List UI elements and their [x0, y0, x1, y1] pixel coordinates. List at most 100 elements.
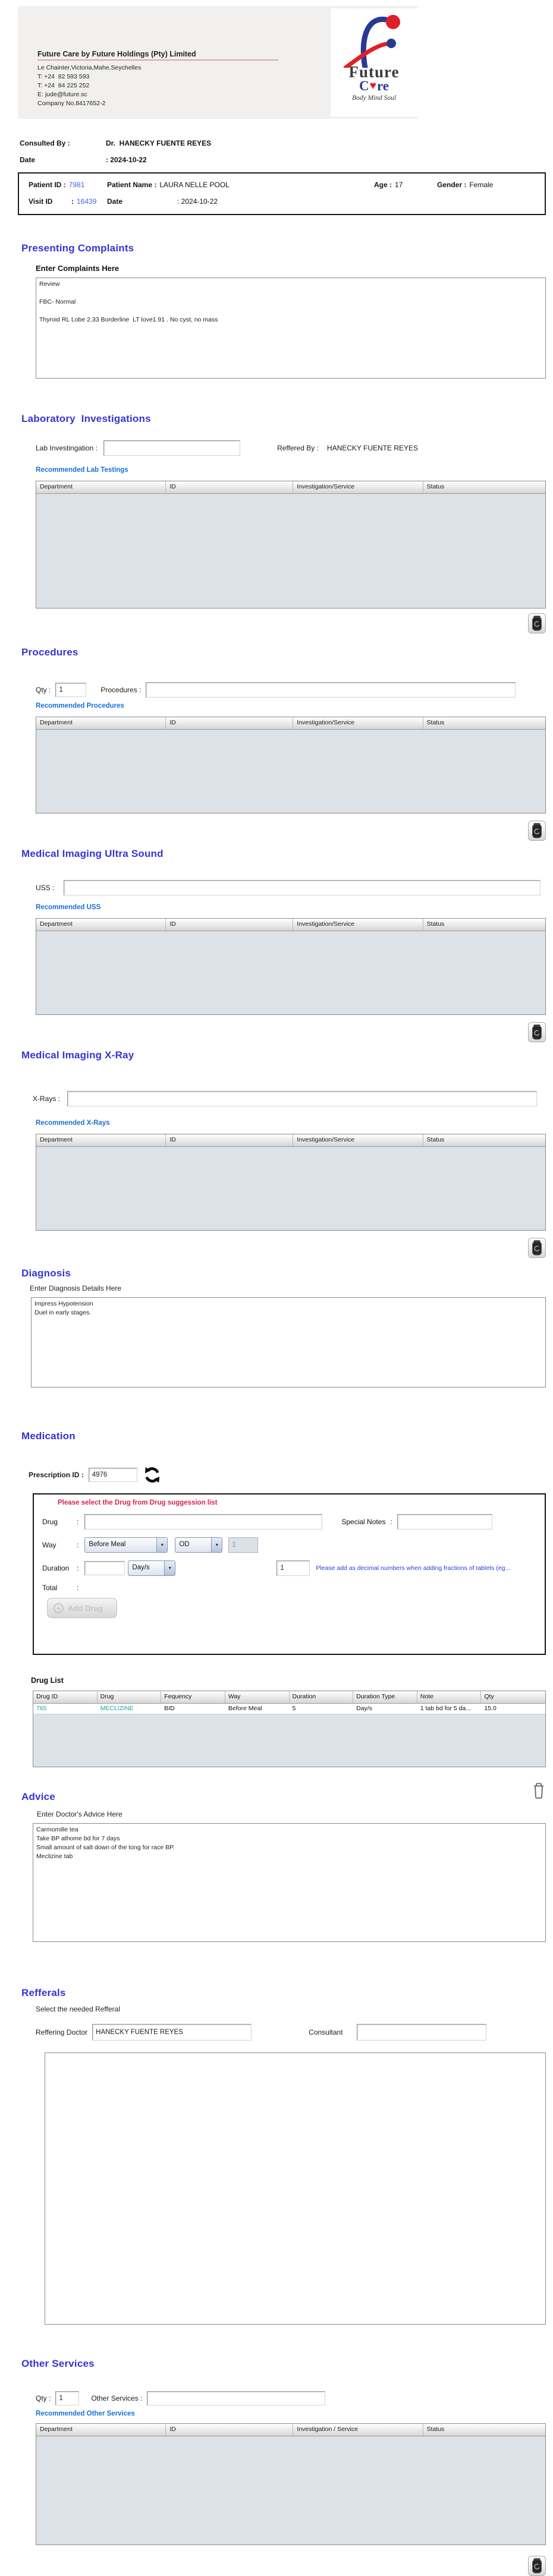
prescription-row: Prescription ID : [29, 1466, 553, 1484]
duration-unit-select[interactable]: Day/s ▼ [128, 1560, 176, 1576]
refresh-prescription-button[interactable] [143, 1465, 161, 1484]
drug-row: Drug : Special Notes : [42, 1514, 545, 1530]
tablet-qty-input[interactable] [276, 1560, 310, 1576]
drug-list-table: Drug ID Drug Fequency Way Duration Durat… [33, 1691, 546, 1767]
way-select[interactable]: Before Meal ▼ [84, 1537, 168, 1553]
trash-bin-icon [532, 616, 542, 631]
diagnosis-textarea[interactable] [31, 1297, 546, 1388]
other-services-qty-label: Qty : [36, 2394, 51, 2402]
col-department: Department [36, 481, 166, 493]
clear-advice-button[interactable] [532, 1782, 546, 1799]
visit-id-colon: : [71, 197, 74, 206]
referral-list-box[interactable] [45, 2052, 546, 2325]
recommended-procedures-link[interactable]: Recommended Procedures [36, 702, 553, 710]
recommended-other-services-link[interactable]: Recommended Other Services [36, 2410, 553, 2417]
frequency-select[interactable]: OD ▼ [175, 1537, 223, 1553]
patient-row-1: Patient ID :7981 Patient Name : LAURA NEL… [29, 181, 535, 189]
col-investigation-service: Investigation / Service [293, 2424, 423, 2436]
uss-input[interactable] [64, 880, 541, 896]
procedures-input[interactable] [146, 682, 516, 698]
trash-outline-icon [534, 1783, 543, 1799]
referrals-sub-label: Select the needed Refferal [36, 2005, 120, 2013]
way-colon: : [77, 1541, 79, 1549]
advice-textarea[interactable] [33, 1823, 546, 1942]
other-services-actions [0, 2556, 546, 2576]
special-notes-input[interactable] [397, 1514, 492, 1530]
gender-label: Gender : [437, 181, 467, 189]
visit-date-group: Date: 2024-10-22 [107, 197, 218, 206]
complaints-textarea[interactable] [36, 278, 546, 379]
company-name: Future Care by Future Holdings (Pty) Lim… [37, 50, 278, 61]
duration-input[interactable] [84, 1561, 125, 1575]
uss-actions [0, 1022, 546, 1042]
patient-gender-group: Gender : Female [437, 181, 535, 189]
section-title-presenting-complaints: Presenting Complaints [21, 242, 134, 254]
referring-doctor-input[interactable] [92, 2024, 252, 2041]
col-status: Status [426, 483, 445, 490]
consulted-by-row: Consulted By : Dr. HANECKY FUENTE REYES [20, 139, 553, 147]
referred-by-value: HANECKY FUENTE REYES [326, 444, 419, 452]
medication-entry-box: Please select the Drug from Drug suggess… [33, 1493, 546, 1655]
drug-input[interactable] [84, 1514, 323, 1530]
procedures-qty-label: Qty : [36, 686, 51, 694]
col-investigation-service: Investigation/Service [293, 481, 423, 493]
section-title-advice: Advice [21, 1791, 55, 1802]
recommended-lab-testings-link[interactable]: Recommended Lab Testings [36, 466, 553, 474]
col-status: Status [426, 2426, 445, 2433]
way-cell: Before Meal [228, 1705, 262, 1712]
prescription-id-label: Prescription ID : [29, 1471, 84, 1479]
frequency-cell: BID [164, 1705, 175, 1712]
col-drug: Drug [98, 1691, 162, 1703]
other-services-input-row: Qty : Other Services : [36, 2391, 553, 2405]
patient-row-2: Visit ID:16439 Date: 2024-10-22 [29, 197, 535, 206]
trash-bin-icon [532, 823, 542, 838]
col-department: Department [36, 717, 166, 729]
other-services-qty-input[interactable] [55, 2391, 80, 2405]
drug-list-title: Drug List [31, 1676, 64, 1685]
consultant-input[interactable] [356, 2024, 486, 2041]
patient-id-label: Patient ID : [29, 181, 66, 189]
chevron-down-icon: ▼ [164, 1561, 175, 1575]
consultation-date-label: Date [20, 156, 36, 164]
referred-by-label: Reffered By : [277, 444, 319, 452]
patient-id-value: 7981 [68, 181, 85, 189]
lab-investigation-input[interactable] [103, 440, 241, 456]
xray-input[interactable] [67, 1091, 538, 1106]
col-status: Status [426, 1136, 445, 1143]
col-status: Status [426, 920, 445, 928]
total-colon: : [77, 1584, 79, 1592]
col-note: Note [417, 1691, 482, 1703]
plus-icon: + [54, 1603, 64, 1613]
clear-other-services-button[interactable] [528, 2556, 546, 2576]
visit-id-label: Visit ID [29, 197, 53, 206]
heart-icon: ♥ [369, 80, 376, 92]
clear-uss-button[interactable] [528, 1022, 546, 1042]
other-services-input[interactable] [147, 2391, 326, 2405]
duration-cell: 5 [292, 1705, 296, 1712]
col-drug-id: Drug ID [33, 1691, 98, 1703]
uss-label: USS : [36, 884, 55, 892]
clear-procedures-button[interactable] [528, 821, 546, 841]
col-department: Department [36, 1134, 166, 1146]
recommended-uss-link[interactable]: Recommended USS [36, 904, 553, 911]
duration-colon: : [77, 1564, 79, 1572]
add-drug-button[interactable]: + Add Drug [47, 1598, 117, 1618]
lab-actions [0, 613, 546, 633]
patient-name-value: LAURA NELLE POOL [159, 181, 230, 189]
special-notes-colon: : [390, 1518, 392, 1526]
procedures-qty-input[interactable] [55, 683, 87, 697]
col-department: Department [36, 919, 166, 931]
patient-name-group: Patient Name : LAURA NELLE POOL [107, 181, 374, 189]
letterhead: Future Care by Future Holdings (Pty) Lim… [18, 6, 417, 119]
clear-lab-button[interactable] [528, 613, 546, 633]
logo-care-re: re [376, 78, 389, 93]
complaints-sub-label: Enter Complaints Here [36, 264, 120, 273]
clear-xray-button[interactable] [528, 1238, 546, 1258]
way-label: Way [42, 1541, 56, 1549]
col-duration: Duration [290, 1691, 354, 1703]
drug-table-row[interactable]: 765 MECLIZINE BID Before Meal 5 Day/s 1 … [33, 1704, 545, 1714]
uss-table-body [36, 931, 545, 1014]
recommended-xrays-link[interactable]: Recommended X-Rays [36, 1120, 553, 1127]
prescription-id-input[interactable] [88, 1468, 137, 1482]
consultant-label: Consultant [309, 2028, 343, 2036]
